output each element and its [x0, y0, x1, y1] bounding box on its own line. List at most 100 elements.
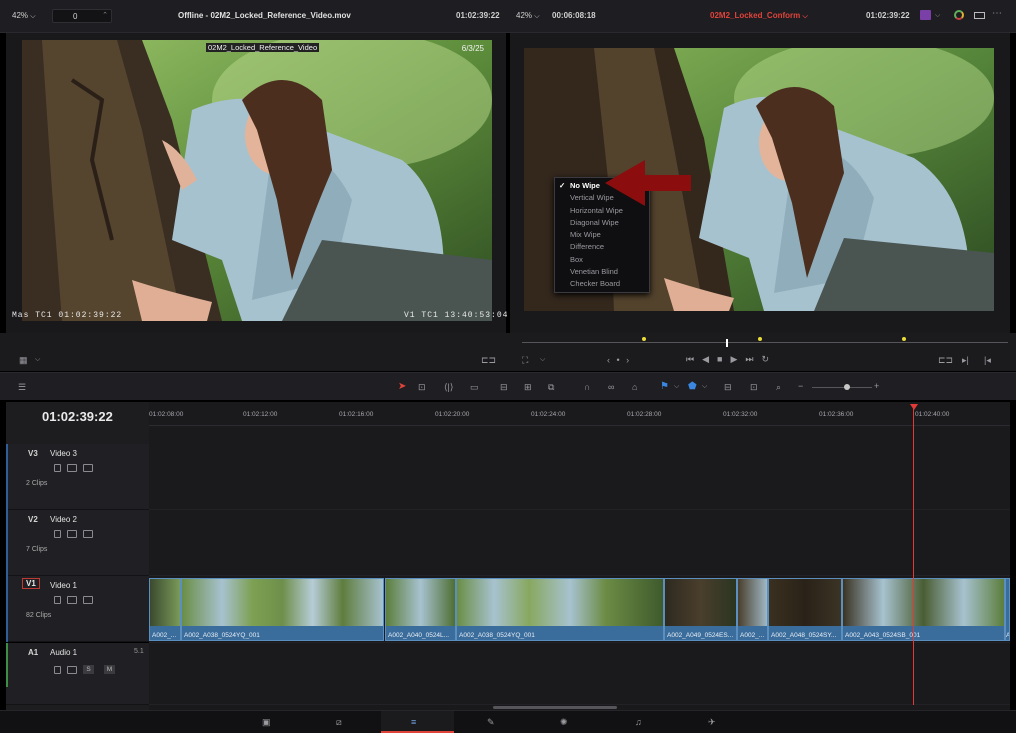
menu-item-checker-board[interactable]: Checker Board: [555, 278, 649, 290]
match-frame-icon[interactable]: ⊏⊐: [938, 355, 953, 365]
menu-item-difference[interactable]: Difference: [555, 241, 649, 253]
menu-item-venetian-blind[interactable]: Venetian Blind: [555, 266, 649, 278]
zoom-in-icon[interactable]: +: [874, 381, 879, 391]
scrubber-playhead[interactable]: [726, 339, 728, 347]
timeline-clip[interactable]: A002_A043_0524SB_001: [842, 578, 1005, 641]
disable-track-icon[interactable]: [83, 530, 93, 538]
marker-icon[interactable]: [902, 337, 906, 341]
position-lock-icon[interactable]: ⌂: [632, 382, 637, 392]
track-name[interactable]: Video 3: [50, 449, 77, 458]
chevron-down-icon[interactable]: ⌵: [540, 355, 545, 365]
media-page-icon[interactable]: ▣: [262, 717, 271, 727]
track-lane-v3[interactable]: [149, 426, 1010, 510]
timeline-clip[interactable]: A002_...: [737, 578, 768, 641]
jump-to-end-icon[interactable]: ⏭: [745, 354, 753, 364]
zoom-out-icon[interactable]: −: [798, 381, 803, 391]
stop-icon[interactable]: ■: [717, 354, 722, 364]
zoom-full-icon[interactable]: ⊟: [724, 382, 732, 392]
edit-page-tab[interactable]: ≡: [381, 711, 454, 733]
lock-icon[interactable]: [54, 665, 61, 674]
cut-page-icon[interactable]: ⧄: [336, 717, 342, 727]
auto-select-icon[interactable]: [67, 530, 77, 538]
blade-tool-icon[interactable]: ▭: [470, 382, 479, 392]
lock-icon[interactable]: [54, 530, 61, 538]
mute-button[interactable]: M: [104, 665, 115, 674]
timeline-zoom-dropdown[interactable]: 42% ⌵: [516, 11, 540, 21]
play-icon[interactable]: ▶: [730, 354, 737, 364]
source-field-input[interactable]: 0 ⌃: [52, 9, 112, 23]
match-frame-icon[interactable]: ⊏⊐: [481, 355, 496, 365]
timeline-clip[interactable]: A002_...: [149, 578, 181, 641]
safe-area-icon[interactable]: ⛶: [522, 355, 528, 365]
insert-clip-icon[interactable]: ⊟: [500, 382, 508, 392]
menu-item-mix-wipe[interactable]: Mix Wipe: [555, 229, 649, 241]
trim-tool-icon[interactable]: ⊡: [418, 382, 426, 392]
timeline-name-dropdown[interactable]: 02M2_Locked_Conform ⌵: [710, 11, 808, 21]
track-name[interactable]: Audio 1: [50, 648, 77, 657]
prev-edit-icon[interactable]: |◂: [984, 355, 991, 365]
chevron-down-icon[interactable]: ⌵: [674, 382, 679, 392]
fusion-page-icon[interactable]: ✎: [487, 717, 495, 727]
track-header-v1[interactable]: V1 Video 1 82 Clips: [6, 576, 149, 642]
timeline-view-options-icon[interactable]: ☰: [18, 382, 26, 392]
scrollbar-thumb[interactable]: [493, 706, 617, 709]
auto-select-icon[interactable]: [67, 596, 77, 604]
marker-icon[interactable]: [642, 337, 646, 341]
timeline-current-timecode[interactable]: 01:02:39:22: [42, 409, 113, 424]
deliver-page-icon[interactable]: ✈: [708, 717, 716, 727]
timeline-clip[interactable]: A002_A048_0524SY...: [768, 578, 842, 641]
checkerboard-icon[interactable]: ▦: [19, 355, 28, 365]
fullscreen-icon[interactable]: [974, 12, 985, 19]
source-zoom-dropdown[interactable]: 42% ⌵: [12, 11, 36, 21]
marker-icon[interactable]: [758, 337, 762, 341]
timeline-timecode[interactable]: 01:02:39:22: [866, 11, 910, 20]
track-header-v3[interactable]: V3 Video 3 2 Clips: [6, 444, 149, 510]
clip-navigation[interactable]: ‹ • ›: [607, 355, 631, 365]
zoom-slider-handle[interactable]: [844, 384, 850, 390]
timeline-clip[interactable]: A002_A049_0524ES...: [664, 578, 737, 641]
more-options-icon[interactable]: ⋯: [992, 9, 1002, 19]
track-name[interactable]: Video 1: [50, 581, 77, 590]
auto-select-icon[interactable]: [67, 665, 77, 674]
track-header-a1[interactable]: A1 Audio 1 5.1 S M: [6, 643, 149, 705]
source-timecode[interactable]: 01:02:39:22: [456, 11, 500, 20]
lock-icon[interactable]: [54, 464, 61, 472]
next-edit-icon[interactable]: ▸|: [962, 355, 969, 365]
jump-to-start-icon[interactable]: ⏮: [686, 354, 694, 364]
selection-tool-icon[interactable]: ➤: [398, 381, 406, 392]
timeline-clip[interactable]: A002_A038_0524YQ_001: [456, 578, 664, 641]
zoom-slider[interactable]: [812, 387, 872, 388]
snapping-icon[interactable]: ∩: [584, 382, 590, 392]
chevron-down-icon[interactable]: ⌵: [935, 11, 940, 21]
marker-flag-icon[interactable]: ⬟: [688, 381, 697, 392]
chevron-down-icon[interactable]: ⌵: [702, 382, 707, 392]
auto-select-icon[interactable]: [67, 464, 77, 472]
overwrite-clip-icon[interactable]: ⊞: [524, 382, 532, 392]
project-badge-icon[interactable]: [920, 10, 931, 20]
fairlight-page-icon[interactable]: ♫: [635, 717, 642, 727]
timeline-clip[interactable]: A002_A040_0524L...: [385, 578, 456, 641]
track-name[interactable]: Video 2: [50, 515, 77, 524]
menu-item-diagonal-wipe[interactable]: Diagonal Wipe: [555, 217, 649, 229]
dynamic-trim-icon[interactable]: ⟨|⟩: [444, 382, 453, 392]
color-picker-icon[interactable]: [954, 10, 964, 20]
timeline-scrubber[interactable]: [522, 342, 1008, 343]
lock-icon[interactable]: [54, 596, 61, 604]
menu-item-box[interactable]: Box: [555, 254, 649, 266]
timeline-ruler[interactable]: 01:02:08:00 01:02:12:00 01:02:16:00 01:0…: [149, 402, 1010, 426]
loop-icon[interactable]: ↻: [762, 354, 770, 364]
solo-button[interactable]: S: [83, 665, 94, 674]
playhead-line[interactable]: [913, 404, 914, 705]
flag-icon[interactable]: ⚑: [660, 381, 669, 392]
linked-selection-icon[interactable]: ∞: [608, 382, 614, 392]
disable-track-icon[interactable]: [83, 596, 93, 604]
zoom-detail-icon[interactable]: ⊡: [750, 382, 758, 392]
zoom-custom-icon[interactable]: ⌕: [776, 382, 781, 392]
source-video-frame[interactable]: 02M2_Locked_Reference_Video 6/3/25: [22, 40, 492, 321]
menu-item-horizontal-wipe[interactable]: Horizontal Wipe: [555, 205, 649, 217]
track-lane-v2[interactable]: [149, 510, 1010, 576]
track-lane-a1[interactable]: [149, 643, 1010, 705]
chevron-down-icon[interactable]: ⌵: [35, 355, 40, 365]
timeline-clip[interactable]: A002_A038_0524YQ_001: [181, 578, 384, 641]
track-id-destination[interactable]: V1: [22, 578, 40, 589]
